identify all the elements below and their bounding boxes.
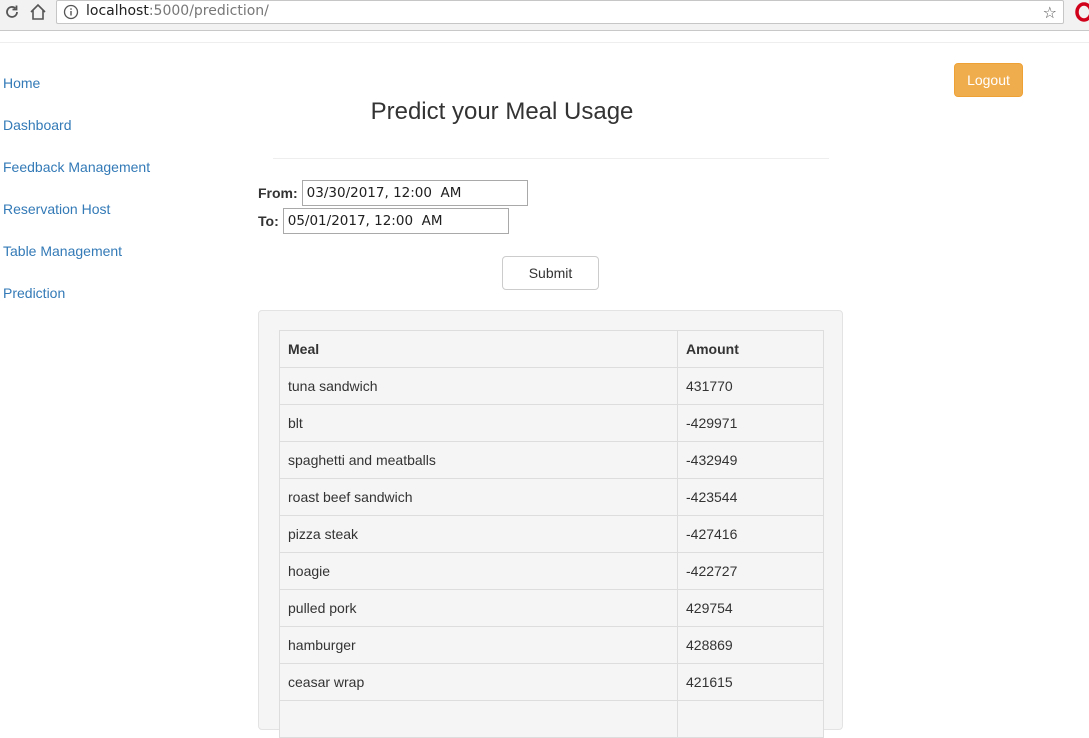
amount-cell: -429971 (677, 404, 824, 442)
meal-cell: hoagie (279, 552, 678, 590)
sidebar-item-dashboard[interactable]: Dashboard (0, 104, 200, 146)
sidebar-item-home[interactable]: Home (0, 62, 200, 104)
sidebar-item-reservation-host[interactable]: Reservation Host (0, 188, 200, 230)
table-row: tuna sandwich 431770 (279, 367, 824, 405)
from-date-input[interactable] (301, 180, 528, 206)
amount-cell (677, 700, 824, 738)
url-host: localhost (86, 3, 149, 19)
bookmark-star-icon[interactable]: ☆ (1043, 3, 1057, 22)
browser-toolbar: localhost:5000/prediction/ ☆ (0, 0, 1089, 31)
table-row: roast beef sandwich -423544 (279, 478, 824, 516)
table-row: spaghetti and meatballs -432949 (279, 441, 824, 479)
address-bar[interactable]: localhost:5000/prediction/ ☆ (56, 0, 1064, 24)
to-date-input[interactable] (282, 208, 509, 234)
table-row: hamburger 428869 (279, 626, 824, 664)
reload-icon[interactable] (2, 2, 22, 22)
amount-cell: 429754 (677, 589, 824, 627)
table-row: ceasar wrap 421615 (279, 663, 824, 701)
table-row: hoagie -422727 (279, 552, 824, 590)
meal-cell: roast beef sandwich (279, 478, 678, 516)
info-icon[interactable] (63, 4, 79, 20)
meal-cell: pulled pork (279, 589, 678, 627)
page-title: Predict your Meal Usage (370, 98, 634, 125)
url-text: localhost:5000/prediction/ (86, 3, 269, 19)
from-row: From: (258, 180, 528, 206)
table-row (279, 700, 824, 738)
table-row: blt -429971 (279, 404, 824, 442)
logout-button[interactable]: Logout (954, 63, 1023, 97)
amount-cell: -423544 (677, 478, 824, 516)
meal-cell: hamburger (279, 626, 678, 664)
column-header-meal: Meal (279, 330, 678, 368)
sidebar-item-feedback-management[interactable]: Feedback Management (0, 146, 200, 188)
title-divider (273, 158, 829, 159)
meal-cell: spaghetti and meatballs (279, 441, 678, 479)
column-header-amount: Amount (677, 330, 824, 368)
amount-cell: 428869 (677, 626, 824, 664)
page-divider (0, 42, 1089, 43)
meal-cell (279, 700, 678, 738)
amount-cell: -427416 (677, 515, 824, 553)
to-row: To: (258, 208, 509, 234)
from-label: From: (258, 185, 298, 201)
table-row: pizza steak -427416 (279, 515, 824, 553)
opera-icon[interactable] (1073, 2, 1089, 22)
meal-cell: blt (279, 404, 678, 442)
amount-cell: -432949 (677, 441, 824, 479)
amount-cell: 431770 (677, 367, 824, 405)
sidebar-item-table-management[interactable]: Table Management (0, 230, 200, 272)
table-row: pulled pork 429754 (279, 589, 824, 627)
amount-cell: -422727 (677, 552, 824, 590)
submit-button[interactable]: Submit (502, 256, 599, 290)
table-header-row: Meal Amount (279, 330, 824, 368)
results-panel: Meal Amount tuna sandwich 431770 blt -4299… (258, 310, 843, 738)
meal-cell: ceasar wrap (279, 663, 678, 701)
home-icon[interactable] (28, 2, 48, 22)
url-path: :5000/prediction/ (148, 3, 269, 19)
sidebar-item-prediction[interactable]: Prediction (0, 272, 200, 314)
amount-cell: 421615 (677, 663, 824, 701)
sidebar-nav: Home Dashboard Feedback Management Reser… (0, 62, 200, 314)
meal-cell: pizza steak (279, 515, 678, 553)
to-label: To: (258, 213, 279, 229)
results-table: Meal Amount tuna sandwich 431770 blt -4299… (279, 330, 824, 738)
meal-cell: tuna sandwich (279, 367, 678, 405)
